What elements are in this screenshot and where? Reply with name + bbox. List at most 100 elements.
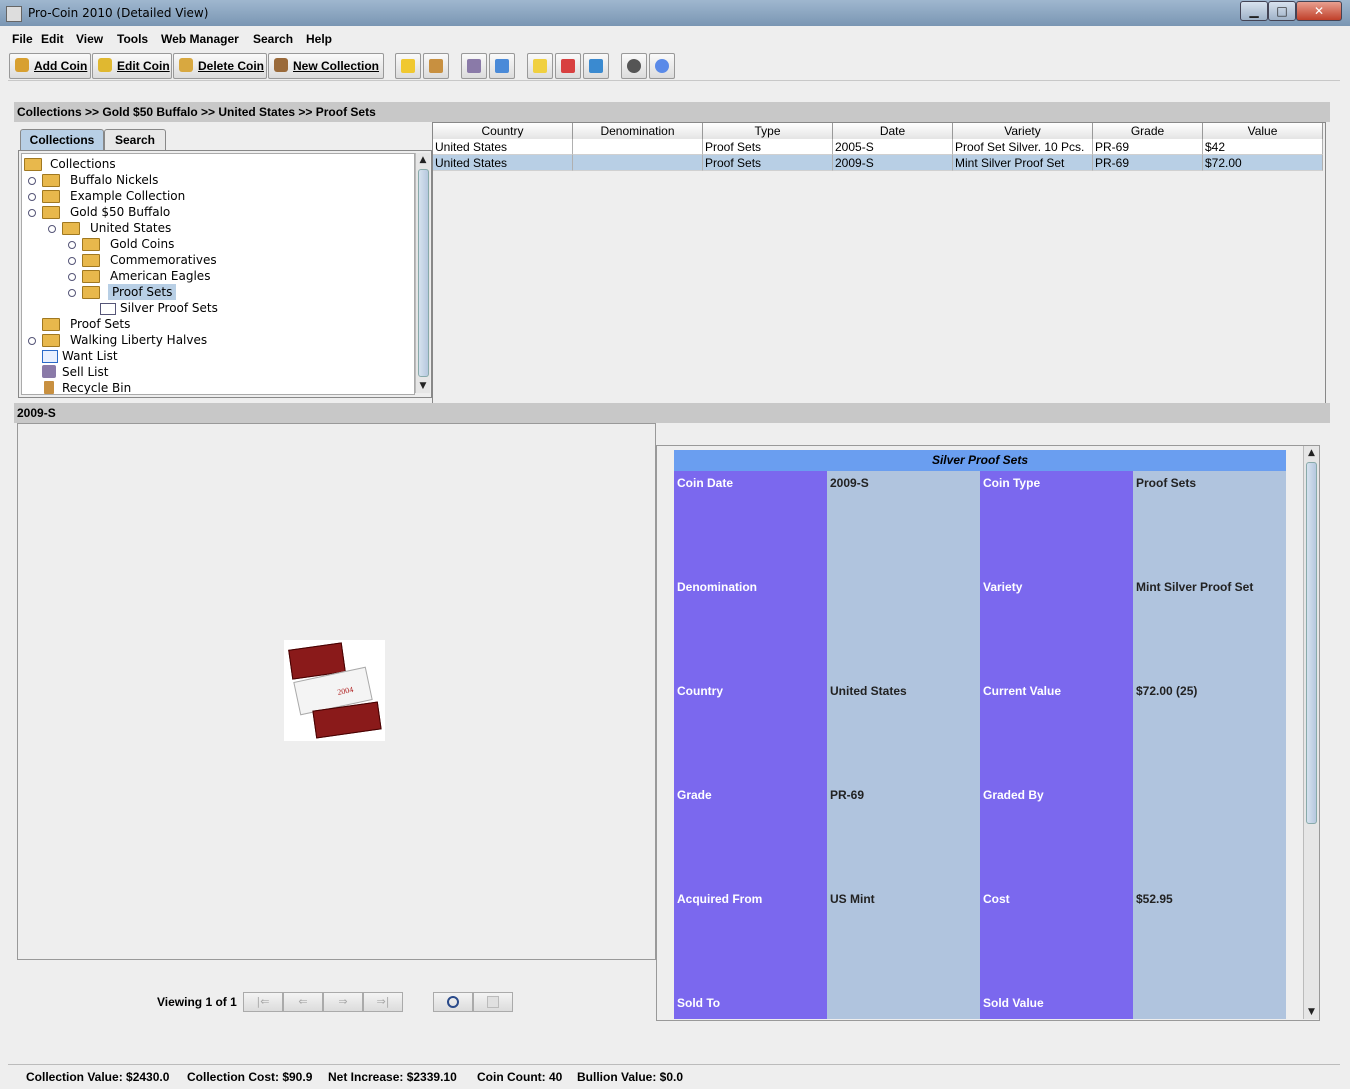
column-header-variety[interactable]: Variety xyxy=(953,123,1093,139)
menu-bar: File Edit View Tools Web Manager Search … xyxy=(8,30,1340,50)
add-coin-icon xyxy=(15,58,29,72)
folder-icon xyxy=(42,174,60,187)
tree-label: Proof Sets xyxy=(70,317,131,331)
recycle-bin-icon xyxy=(44,381,54,394)
column-header-grade[interactable]: Grade xyxy=(1093,123,1203,139)
app-icon xyxy=(6,6,22,22)
tree-label: Example Collection xyxy=(70,189,186,203)
tree-label: Recycle Bin xyxy=(62,381,132,395)
first-image-button[interactable]: |⇐ xyxy=(243,992,283,1012)
tree-label: American Eagles xyxy=(110,269,211,283)
expand-icon[interactable] xyxy=(68,273,76,281)
breadcrumb: Collections >> Gold $50 Buffalo >> Unite… xyxy=(14,102,1330,122)
collection-tree: Collections Buffalo Nickels Example Coll… xyxy=(21,153,415,395)
menu-file[interactable]: File xyxy=(12,32,33,46)
details-title: Silver Proof Sets xyxy=(674,450,1286,471)
details-scrollbar[interactable]: ▲ ▼ xyxy=(1303,446,1319,1019)
users-icon xyxy=(429,59,443,73)
column-header-date[interactable]: Date xyxy=(833,123,953,139)
coin-image-thumbnail[interactable]: 2004 xyxy=(284,640,385,741)
detail-value: Mint Silver Proof Set xyxy=(1136,580,1254,594)
minimize-button[interactable]: ▁ xyxy=(1240,1,1268,21)
label-button[interactable] xyxy=(527,53,553,79)
table-cell: PR-69 xyxy=(1093,155,1203,171)
users-button[interactable] xyxy=(423,53,449,79)
scroll-thumb[interactable] xyxy=(1306,462,1317,824)
column-header-country[interactable]: Country xyxy=(433,123,573,139)
print-icon xyxy=(627,59,641,73)
help-button[interactable] xyxy=(649,53,675,79)
chart-button[interactable] xyxy=(555,53,581,79)
expand-icon[interactable] xyxy=(28,337,36,345)
detail-value: 2009-S xyxy=(830,476,869,490)
scroll-up-arrow-icon[interactable]: ▲ xyxy=(1304,446,1319,460)
expand-icon[interactable] xyxy=(28,193,36,201)
table-row-selected[interactable]: United States Proof Sets 2009-S Mint Sil… xyxy=(433,155,1323,171)
selected-coin-title: 2009-S xyxy=(14,403,1330,423)
tree-label: Gold Coins xyxy=(110,237,175,251)
tree-label: Proof Sets xyxy=(108,284,177,300)
menu-tools[interactable]: Tools xyxy=(117,32,148,46)
menu-view[interactable]: View xyxy=(76,32,103,46)
details-value-column: 2009-S United States PR-69 US Mint xyxy=(827,471,980,1019)
print-button[interactable] xyxy=(621,53,647,79)
new-collection-button[interactable]: New Collection xyxy=(268,53,384,79)
maximize-button[interactable]: □ xyxy=(1268,1,1296,21)
table-cell: 2009-S xyxy=(833,155,953,171)
folder-icon xyxy=(42,334,60,347)
column-header-type[interactable]: Type xyxy=(703,123,833,139)
collapse-icon[interactable] xyxy=(68,289,76,297)
scroll-down-arrow-icon[interactable]: ▼ xyxy=(416,379,430,393)
scroll-up-arrow-icon[interactable]: ▲ xyxy=(416,153,430,167)
want-list-button[interactable] xyxy=(489,53,515,79)
menu-search[interactable]: Search xyxy=(253,32,293,46)
title-bar: Pro-Coin 2010 (Detailed View) ▁ □ ✕ xyxy=(0,0,1350,26)
tree-label: Buffalo Nickels xyxy=(70,173,159,187)
detail-label: Graded By xyxy=(983,788,1044,802)
folder-open-icon xyxy=(82,286,100,299)
collapse-icon[interactable] xyxy=(48,225,56,233)
notes-button[interactable] xyxy=(395,53,421,79)
column-header-value[interactable]: Value xyxy=(1203,123,1323,139)
detail-label: Denomination xyxy=(677,580,757,594)
help-icon xyxy=(655,59,669,73)
graph-icon xyxy=(589,59,603,73)
next-image-button[interactable]: ⇒ xyxy=(323,992,363,1012)
viewing-label: Viewing 1 of 1 xyxy=(157,995,237,1009)
menu-edit[interactable]: Edit xyxy=(41,32,64,46)
table-header: Country Denomination Type Date Variety G… xyxy=(433,123,1323,140)
table-cell: United States xyxy=(433,155,573,171)
folder-icon xyxy=(24,158,42,171)
detail-value: PR-69 xyxy=(830,788,865,802)
net-increase-status: Net Increase: $2339.10 xyxy=(328,1070,457,1084)
expand-icon[interactable] xyxy=(28,177,36,185)
folder-icon xyxy=(42,190,60,203)
column-header-denomination[interactable]: Denomination xyxy=(573,123,703,139)
scroll-down-arrow-icon[interactable]: ▼ xyxy=(1304,1005,1319,1019)
tree-label: Collections xyxy=(50,157,116,171)
close-button[interactable]: ✕ xyxy=(1296,1,1342,21)
table-cell: Proof Sets xyxy=(703,139,833,155)
table-row[interactable]: United States Proof Sets 2005-S Proof Se… xyxy=(433,139,1323,155)
sell-list-button[interactable] xyxy=(461,53,487,79)
crop-image-button[interactable] xyxy=(473,992,513,1012)
tab-search[interactable]: Search xyxy=(104,129,166,150)
tree-scrollbar[interactable]: ▲ ▼ xyxy=(415,153,430,393)
collapse-icon[interactable] xyxy=(28,209,36,217)
menu-help[interactable]: Help xyxy=(306,32,332,46)
graph-button[interactable] xyxy=(583,53,609,79)
last-image-button[interactable]: ⇒| xyxy=(363,992,403,1012)
expand-icon[interactable] xyxy=(68,257,76,265)
menu-web-manager[interactable]: Web Manager xyxy=(161,32,239,46)
zoom-image-button[interactable] xyxy=(433,992,473,1012)
scroll-thumb[interactable] xyxy=(418,169,429,377)
add-coin-button[interactable]: Add Coin xyxy=(9,53,91,79)
sell-list-icon xyxy=(42,365,56,378)
previous-image-button[interactable]: ⇐ xyxy=(283,992,323,1012)
expand-icon[interactable] xyxy=(68,241,76,249)
table-cell xyxy=(573,139,703,155)
edit-coin-button[interactable]: Edit Coin xyxy=(92,53,172,79)
detail-value: $72.00 (25) xyxy=(1136,684,1198,698)
delete-coin-button[interactable]: Delete Coin xyxy=(173,53,267,79)
tab-collections[interactable]: Collections xyxy=(20,129,104,150)
